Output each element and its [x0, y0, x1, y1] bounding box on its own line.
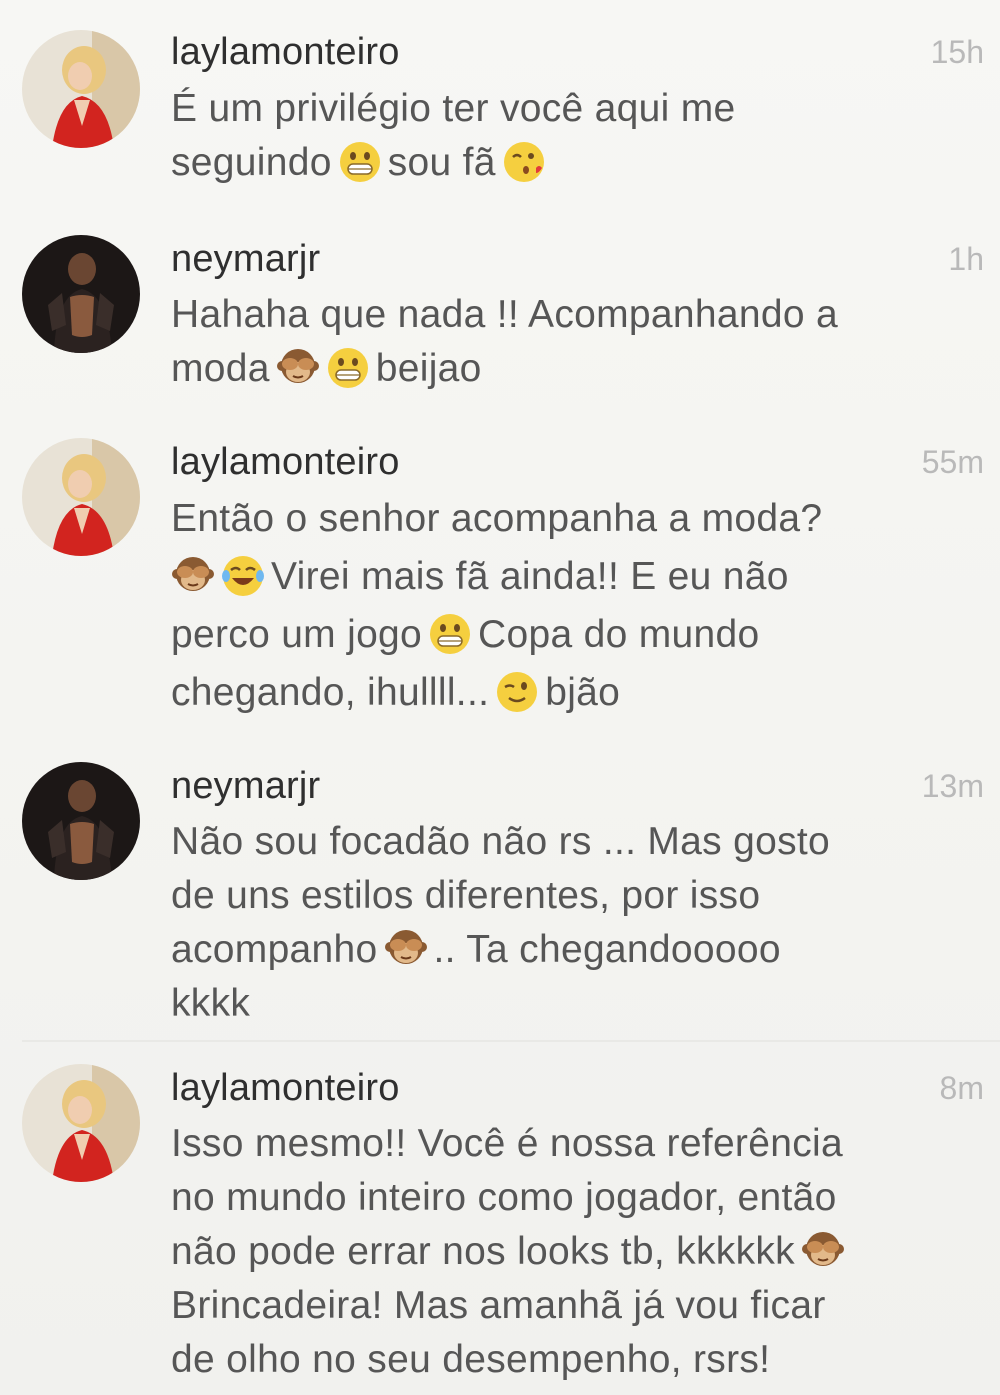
comment-line: kkkk	[171, 982, 251, 1025]
comment-line: moda	[171, 347, 270, 390]
comment-line: Copa do mundo	[478, 613, 760, 656]
comment-line: seguindo	[171, 141, 332, 184]
see-no-evil-monkey-icon	[171, 554, 215, 598]
comment-text: Então o senhor acompanha a moda? Virei m…	[171, 492, 971, 724]
comment-line: bjão	[545, 671, 621, 714]
comment-username[interactable]: laylamonteiro	[171, 440, 400, 484]
avatar-laylamonteiro[interactable]	[22, 30, 140, 148]
comment-line: É um privilégio ter você aqui me	[171, 87, 736, 130]
winking-face-icon	[495, 670, 539, 714]
comment-username[interactable]: neymarjr	[171, 764, 320, 808]
comment-line: Hahaha que nada !! Acompanhando a	[171, 293, 838, 336]
comment-line: Virei mais fã ainda!! E eu não	[271, 555, 789, 598]
comment-line: Não sou focadão não rs ... Mas gosto	[171, 820, 831, 863]
comment-line: perco um jogo	[171, 613, 423, 656]
kissing-face-icon	[502, 140, 546, 184]
comment-line: não pode errar nos looks tb, kkkkkk	[171, 1230, 795, 1273]
comments-feed: laylamonteiro 15h É um privilégio ter vo…	[0, 0, 1000, 1395]
comment-line: beijao	[375, 347, 482, 390]
comment-line: Isso mesmo!! Você é nossa referência	[171, 1122, 843, 1165]
comment-line: acompanho	[171, 928, 378, 971]
grinning-face-icon	[338, 140, 382, 184]
comment-line: Brincadeira! Mas amanhã já vou ficar	[171, 1284, 826, 1327]
see-no-evil-monkey-icon	[384, 927, 428, 971]
comment-text: Isso mesmo!! Você é nossa referência no …	[171, 1117, 971, 1387]
comment-timestamp: 1h	[948, 241, 984, 277]
comment-username[interactable]: laylamonteiro	[171, 30, 400, 74]
avatar-neymarjr[interactable]	[22, 762, 140, 880]
comment-text: Hahaha que nada !! Acompanhando a moda be…	[171, 288, 971, 396]
grinning-face-icon	[326, 346, 370, 390]
comment-timestamp: 55m	[921, 444, 984, 480]
comment-text: Não sou focadão não rs ... Mas gosto de …	[171, 815, 971, 1031]
comment-line: de olho no seu desempenho, rsrs!	[171, 1338, 771, 1381]
comment-line: chegando, ihullll...	[171, 671, 490, 714]
avatar-neymarjr[interactable]	[22, 235, 140, 353]
comment-divider	[22, 1040, 1000, 1042]
see-no-evil-monkey-icon	[276, 346, 320, 390]
comment-line: Então o senhor acompanha a moda?	[171, 497, 823, 540]
see-no-evil-monkey-icon	[801, 1229, 845, 1273]
avatar-laylamonteiro[interactable]	[22, 1064, 140, 1182]
tears-of-joy-icon	[221, 554, 265, 598]
comment-timestamp: 8m	[939, 1070, 984, 1106]
comment-text: É um privilégio ter você aqui me seguind…	[171, 82, 971, 190]
comment-line: de uns estilos diferentes, por isso	[171, 874, 761, 917]
comment-line: sou fã	[387, 141, 496, 184]
comment-timestamp: 13m	[921, 768, 984, 804]
avatar-laylamonteiro[interactable]	[22, 438, 140, 556]
comment-username[interactable]: laylamonteiro	[171, 1066, 400, 1110]
comment-line: no mundo inteiro como jogador, então	[171, 1176, 837, 1219]
comment-line: .. Ta chegandooooo	[433, 928, 781, 971]
comment-timestamp: 15h	[930, 34, 984, 70]
comment-username[interactable]: neymarjr	[171, 237, 320, 281]
grinning-face-icon	[428, 612, 472, 656]
